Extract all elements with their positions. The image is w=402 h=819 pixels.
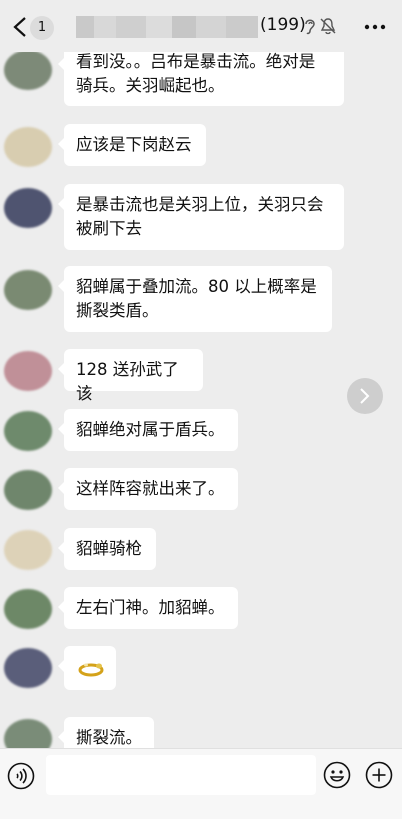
input-bar: [0, 748, 402, 819]
earpiece-icon: [305, 19, 315, 35]
avatar[interactable]: [4, 351, 52, 391]
avatar[interactable]: [4, 648, 52, 688]
back-arrow-icon[interactable]: [12, 16, 28, 38]
message-bubble[interactable]: 128 送孙武了该: [58, 349, 203, 403]
plus-icon[interactable]: [365, 761, 393, 789]
message-input[interactable]: [46, 755, 316, 795]
member-count: (199): [260, 15, 306, 35]
message-list[interactable]: 看到没。。吕布是暴击流。绝对是 骑兵。关羽崛起也。 应该是下岗赵云 是暴击流也是…: [0, 0, 402, 748]
message-bubble[interactable]: 这样阵容就出来了。: [58, 468, 238, 510]
avatar[interactable]: [4, 127, 52, 167]
message-bubble[interactable]: 貂蝉属于叠加流。80 以上概率是 撕裂类盾。: [58, 266, 332, 332]
avatar[interactable]: [4, 470, 52, 510]
avatar[interactable]: [4, 270, 52, 310]
mute-bell-icon: [320, 18, 336, 35]
unread-badge[interactable]: 1: [30, 16, 54, 40]
voice-input-icon[interactable]: [7, 762, 35, 790]
message-bubble[interactable]: 貂蝉骑枪: [58, 528, 156, 570]
message-bubble[interactable]: 左右门神。加貂蝉。: [58, 587, 238, 629]
avatar[interactable]: [4, 719, 52, 748]
chat-header: 1 (199): [0, 0, 402, 52]
chevron-right-icon: [360, 388, 370, 404]
avatar[interactable]: [4, 188, 52, 228]
message-bubble[interactable]: 貂蝉绝对属于盾兵。: [58, 409, 238, 451]
message-bubble[interactable]: 应该是下岗赵云: [58, 124, 206, 166]
chat-title-blurred: [76, 16, 258, 38]
message-bubble[interactable]: 是暴击流也是关羽上位，关羽只会 被刷下去: [58, 184, 344, 250]
avatar[interactable]: [4, 589, 52, 629]
message-bubble[interactable]: 撕裂流。: [58, 717, 154, 748]
message-bubble[interactable]: 看到没。。吕布是暴击流。绝对是 骑兵。关羽崛起也。: [58, 44, 344, 106]
avatar[interactable]: [4, 411, 52, 451]
avatar[interactable]: [4, 50, 52, 90]
avatar[interactable]: [4, 530, 52, 570]
sticker-bubble[interactable]: [58, 646, 116, 690]
emoji-icon[interactable]: [323, 761, 351, 789]
ring-emoji-icon: [78, 663, 104, 677]
next-page-button[interactable]: [347, 378, 383, 414]
more-dots-icon[interactable]: [364, 16, 386, 38]
